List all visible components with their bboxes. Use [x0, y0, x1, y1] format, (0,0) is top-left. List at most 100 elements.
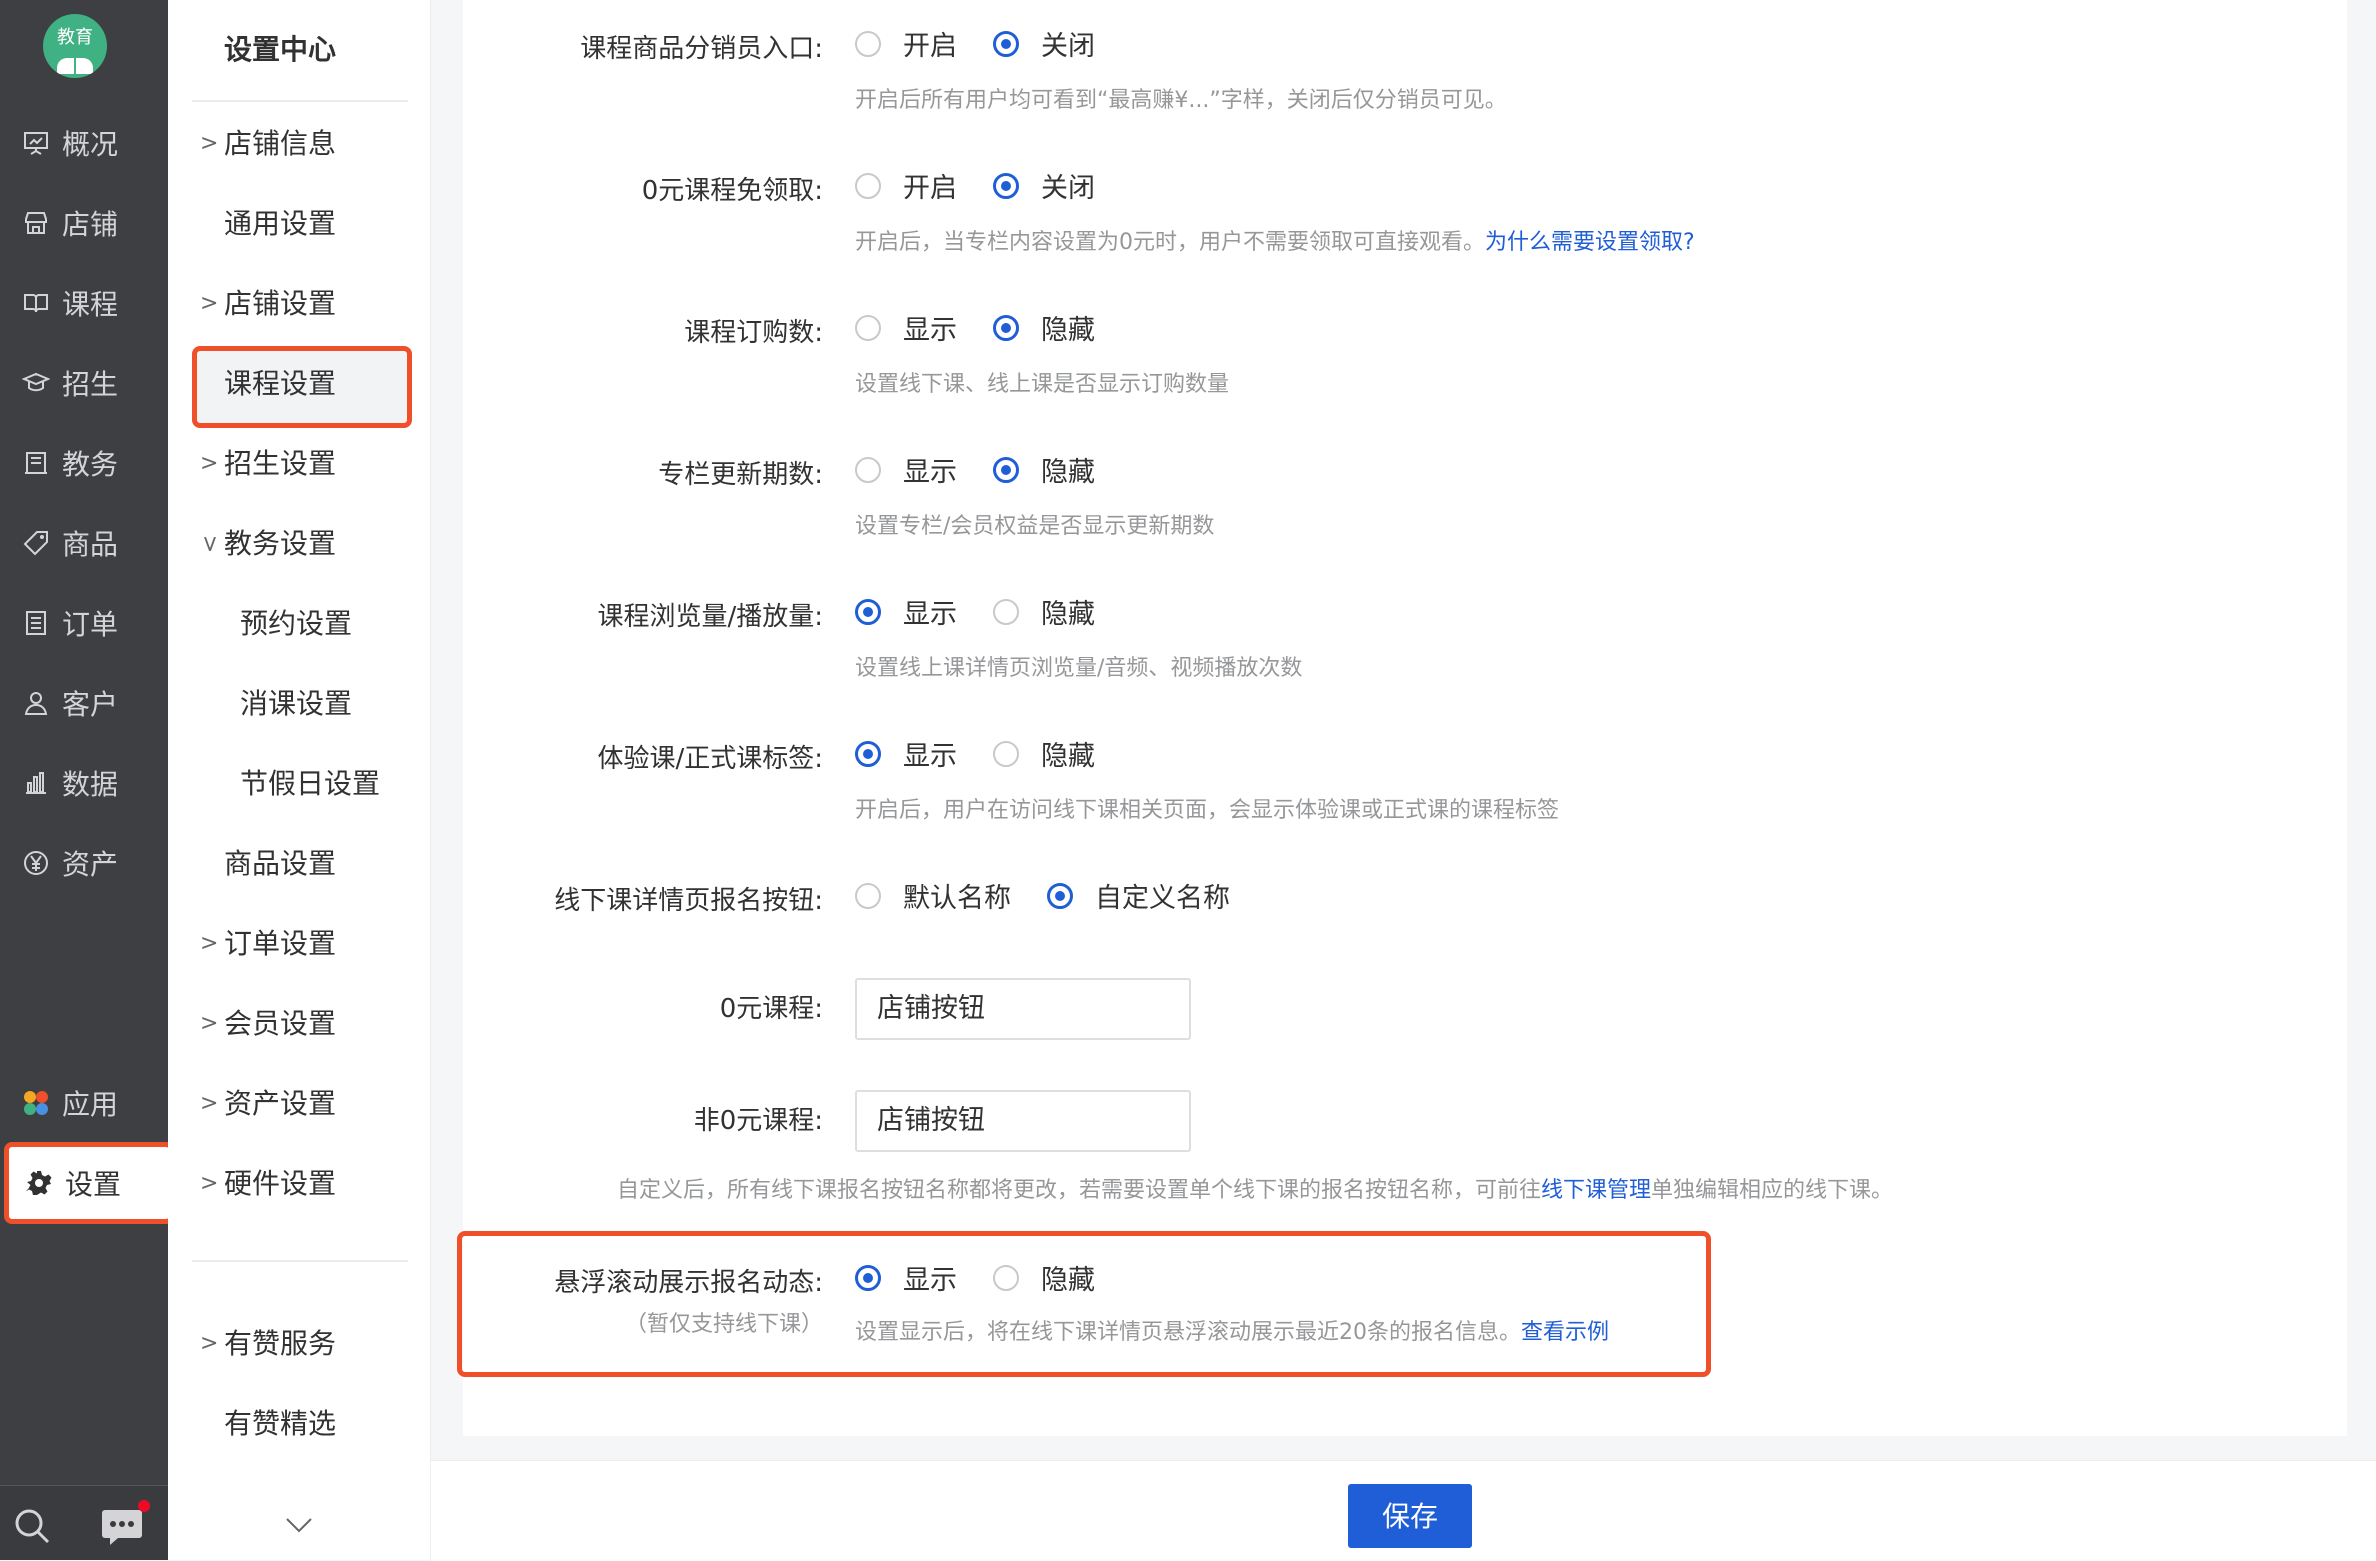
input-label: 0元课程:	[719, 994, 823, 1024]
nav-item-apps[interactable]: 应用	[0, 1073, 168, 1133]
radio-button-selected[interactable]	[993, 172, 1019, 199]
radio-option-hide[interactable]: 隐藏	[993, 734, 1095, 773]
subnav-item-enroll-settings[interactable]: > 招生设置	[200, 444, 337, 484]
book-icon	[57, 58, 93, 74]
radio-button[interactable]	[993, 598, 1019, 625]
radio-option-off[interactable]: 关闭	[993, 24, 1095, 63]
radio-button-selected[interactable]	[855, 598, 881, 625]
subnav-item-booking[interactable]: 预约设置	[240, 604, 352, 644]
nav-item-settings[interactable]: 设置	[4, 1142, 174, 1224]
custom-name-note: 自定义后，所有线下课报名按钮名称都将更改，若需要设置单个线下课的报名按钮名称，可…	[617, 1172, 1893, 1204]
radio-option-default-name[interactable]: 默认名称	[855, 876, 1011, 915]
subnav-label: 硬件设置	[224, 1167, 337, 1200]
subnav-item-youzan-service[interactable]: > 有赞服务	[200, 1324, 336, 1364]
chevron-down-icon[interactable]	[284, 1516, 314, 1534]
radio-option-show[interactable]: 显示	[855, 592, 957, 631]
radio-button[interactable]	[855, 314, 881, 341]
radio-button[interactable]	[993, 740, 1019, 767]
radio-label: 隐藏	[1041, 1265, 1095, 1296]
save-button[interactable]: 保存	[1348, 1484, 1472, 1548]
subnav-item-academic-settings[interactable]: > 教务设置	[197, 524, 337, 564]
main-sidebar: 教育 概况 店铺 课程 招生 教务 商品 订单 客户 数据 资产 应用 设置	[0, 0, 174, 1560]
subnav-item-course-settings[interactable]: 课程设置	[224, 364, 336, 404]
radio-button[interactable]	[855, 172, 881, 199]
setting-description: 开启后所有用户均可看到“最高赚¥...”字样，关闭后仅分销员可见。	[855, 88, 1507, 113]
subnav-item-goods-settings[interactable]: 商品设置	[224, 844, 336, 884]
nav-item-assets[interactable]: 资产	[0, 833, 168, 893]
subnav-label: 店铺设置	[224, 287, 337, 320]
radio-label: 开启	[903, 173, 957, 204]
chevron-right-icon: >	[200, 451, 219, 476]
chevron-right-icon: >	[200, 931, 219, 956]
nav-item-data[interactable]: 数据	[0, 753, 168, 813]
nav-item-enroll[interactable]: 招生	[0, 353, 168, 413]
radio-button[interactable]	[855, 882, 881, 909]
nav-item-goods[interactable]: 商品	[0, 513, 168, 573]
nav-item-overview[interactable]: 概况	[0, 113, 168, 173]
nav-label: 设置	[65, 1168, 122, 1201]
subnav-item-youzan-select[interactable]: 有赞精选	[224, 1404, 336, 1444]
subnav-item-shop-info[interactable]: > 店铺信息	[200, 124, 336, 164]
shop-logo[interactable]: 教育	[43, 14, 107, 78]
nav-label: 数据	[62, 768, 119, 801]
subnav-item-shop-settings[interactable]: > 店铺设置	[200, 284, 337, 324]
why-claim-link[interactable]: 为什么需要设置领取?	[1485, 230, 1695, 255]
radio-option-hide[interactable]: 隐藏	[993, 592, 1095, 631]
radio-button-selected[interactable]	[993, 30, 1019, 57]
setting-label: 课程浏览量/播放量:	[597, 602, 823, 632]
subnav-item-holidays[interactable]: 节假日设置	[240, 764, 380, 804]
radio-button-selected[interactable]	[855, 1264, 881, 1291]
main-content: 课程商品分销员入口: 开启 关闭 开启后所有用户均可看到“最高赚¥...”字样，…	[431, 0, 2376, 1460]
radio-button-selected[interactable]	[855, 740, 881, 767]
subnav-label: 教务设置	[224, 527, 337, 560]
paid-course-button-input[interactable]: 店铺按钮	[855, 1090, 1191, 1152]
radio-option-show[interactable]: 显示	[855, 1258, 957, 1297]
radio-button-selected[interactable]	[993, 456, 1019, 483]
radio-option-hide[interactable]: 隐藏	[993, 450, 1095, 489]
radio-option-on[interactable]: 开启	[855, 24, 957, 63]
search-icon[interactable]	[12, 1506, 52, 1546]
nav-item-course[interactable]: 课程	[0, 273, 168, 333]
radio-option-custom-name[interactable]: 自定义名称	[1047, 876, 1230, 915]
subnav-item-hardware-settings[interactable]: > 硬件设置	[200, 1164, 337, 1204]
subnav-item-asset-settings[interactable]: > 资产设置	[200, 1084, 336, 1124]
tag-icon	[23, 531, 48, 556]
subnav-item-order-settings[interactable]: > 订单设置	[200, 924, 336, 964]
radio-label: 默认名称	[903, 883, 1011, 914]
nav-item-customers[interactable]: 客户	[0, 673, 168, 733]
radio-button[interactable]	[993, 1264, 1019, 1291]
chat-icon[interactable]	[100, 1500, 150, 1546]
nav-item-store[interactable]: 店铺	[0, 193, 168, 253]
settings-center-title: 设置中心	[224, 33, 337, 66]
radio-option-show[interactable]: 显示	[855, 734, 957, 773]
radio-option-off[interactable]: 关闭	[993, 166, 1095, 205]
radio-button-selected[interactable]	[1047, 882, 1073, 909]
subnav-label: 商品设置	[224, 847, 337, 880]
radio-button[interactable]	[855, 30, 881, 57]
subnav-item-class-consume[interactable]: 消课设置	[240, 684, 352, 724]
free-course-button-input[interactable]: 店铺按钮	[855, 978, 1191, 1040]
radio-option-hide[interactable]: 隐藏	[993, 308, 1095, 347]
chevron-right-icon: >	[200, 1331, 219, 1356]
radio-option-hide[interactable]: 隐藏	[993, 1258, 1095, 1297]
radio-option-on[interactable]: 开启	[855, 166, 957, 205]
nav-item-orders[interactable]: 订单	[0, 593, 168, 653]
offline-course-manage-link[interactable]: 线下课管理	[1541, 1178, 1651, 1203]
radio-button[interactable]	[855, 456, 881, 483]
radio-label: 隐藏	[1041, 315, 1095, 346]
nav-label: 招生	[62, 368, 119, 401]
radio-option-show[interactable]: 显示	[855, 308, 957, 347]
view-example-link[interactable]: 查看示例	[1521, 1320, 1609, 1345]
nav-label: 应用	[62, 1088, 119, 1121]
subnav-label: 招生设置	[224, 447, 337, 480]
subnav-item-member-settings[interactable]: > 会员设置	[200, 1004, 336, 1044]
radio-button-selected[interactable]	[993, 314, 1019, 341]
nav-item-academic[interactable]: 教务	[0, 433, 168, 493]
subnav-item-general[interactable]: 通用设置	[224, 204, 336, 244]
setting-label: 0元课程免领取:	[641, 176, 823, 206]
settings-sidebar: 设置中心 > 店铺信息 通用设置 > 店铺设置 课程设置 > 招生设置 > 教务设置 预…	[168, 0, 431, 1560]
setting-description: 设置显示后，将在线下课详情页悬浮滚动展示最近20条的报名信息。查看示例	[855, 1314, 1609, 1346]
radio-option-show[interactable]: 显示	[855, 450, 957, 489]
store-icon	[25, 212, 47, 234]
setting-description: 设置线上课详情页浏览量/音频、视频播放次数	[855, 656, 1303, 681]
